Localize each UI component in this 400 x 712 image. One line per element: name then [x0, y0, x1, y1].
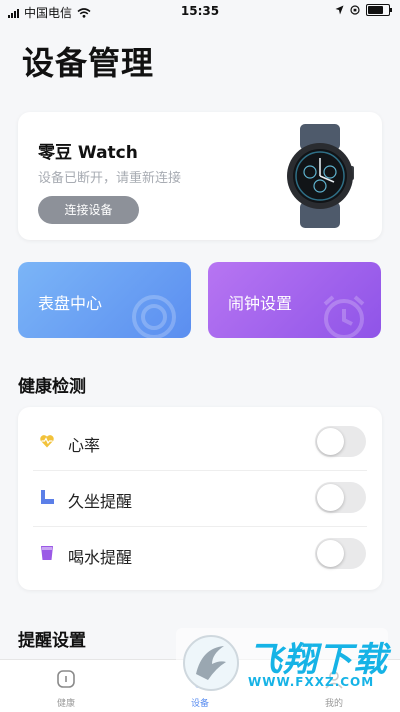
reminder-section-title: 提醒设置 — [18, 631, 86, 651]
tab-health[interactable]: 健康 — [36, 668, 96, 709]
health-item-drink-water: 喝水提醒 — [18, 527, 382, 583]
device-name: 零豆 Watch — [38, 143, 138, 163]
status-bar: 中国电信 15:35 — [0, 0, 400, 24]
toggle-knob — [317, 484, 344, 511]
connect-device-button[interactable]: 连接设备 — [38, 196, 139, 224]
status-right — [335, 4, 392, 16]
health-card: 心率 久坐提醒 喝水提醒 — [18, 407, 382, 590]
tile-dial-center[interactable]: 表盘中心 — [18, 262, 191, 338]
tile-alarm-settings[interactable]: 闹钟设置 — [208, 262, 381, 338]
health-item-heart-rate: 心率 — [18, 415, 382, 471]
battery-icon — [366, 4, 392, 16]
health-item-label: 久坐提醒 — [68, 492, 133, 511]
cup-icon — [41, 546, 53, 560]
toggle-knob — [317, 428, 344, 455]
alarm-clock-icon — [323, 295, 365, 338]
sedentary-toggle[interactable] — [315, 482, 366, 513]
heart-rate-toggle[interactable] — [315, 426, 366, 457]
health-section-title: 健康检测 — [18, 377, 86, 397]
watch-dial-icon — [132, 295, 176, 338]
orientation-lock-icon — [350, 5, 360, 15]
health-item-label: 心率 — [68, 436, 101, 455]
heart-icon — [40, 435, 54, 448]
tile-alarm-settings-label: 闹钟设置 — [228, 294, 293, 313]
tile-dial-center-label: 表盘中心 — [38, 294, 103, 313]
toggle-knob — [317, 540, 344, 567]
device-card: 零豆 Watch 设备已断开，请重新连接 连接设备 — [18, 112, 382, 240]
watermark: 飞翔下载 WWW.FXXZ.COM — [176, 628, 388, 698]
health-item-label: 喝水提醒 — [68, 548, 133, 567]
watermark-brand: 飞翔下载 — [248, 640, 388, 680]
tab-health-label: 健康 — [56, 699, 75, 709]
page-title: 设备管理 — [22, 44, 155, 82]
drink-water-toggle[interactable] — [315, 538, 366, 569]
smartwatch-image — [287, 124, 354, 228]
health-item-sedentary: 久坐提醒 — [18, 471, 382, 527]
sitting-icon — [41, 490, 54, 504]
location-arrow-icon — [335, 5, 344, 15]
watermark-url: WWW.FXXZ.COM — [248, 675, 375, 689]
watermark-logo-icon — [183, 635, 239, 691]
health-icon — [57, 670, 75, 688]
device-status: 设备已断开，请重新连接 — [38, 171, 182, 186]
